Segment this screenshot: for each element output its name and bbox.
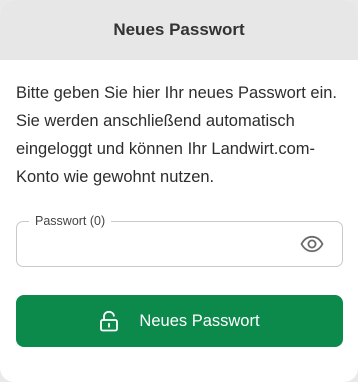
unlock-icon xyxy=(99,310,119,332)
eye-icon[interactable] xyxy=(300,234,324,254)
instructions-text: Bitte geben Sie hier Ihr neues Passwort … xyxy=(16,84,338,186)
new-password-button[interactable]: Neues Passwort xyxy=(16,295,343,347)
password-input[interactable] xyxy=(27,230,291,260)
card-header: Neues Passwort xyxy=(0,0,358,60)
password-field-label: Passwort (0) xyxy=(29,214,112,229)
new-password-button-label: Neues Passwort xyxy=(139,311,260,330)
new-password-card: Neues Passwort Bitte geben Sie hier Ihr … xyxy=(0,0,358,382)
card-title: Neues Passwort xyxy=(113,20,245,39)
password-field[interactable]: Passwort (0) xyxy=(16,214,343,267)
